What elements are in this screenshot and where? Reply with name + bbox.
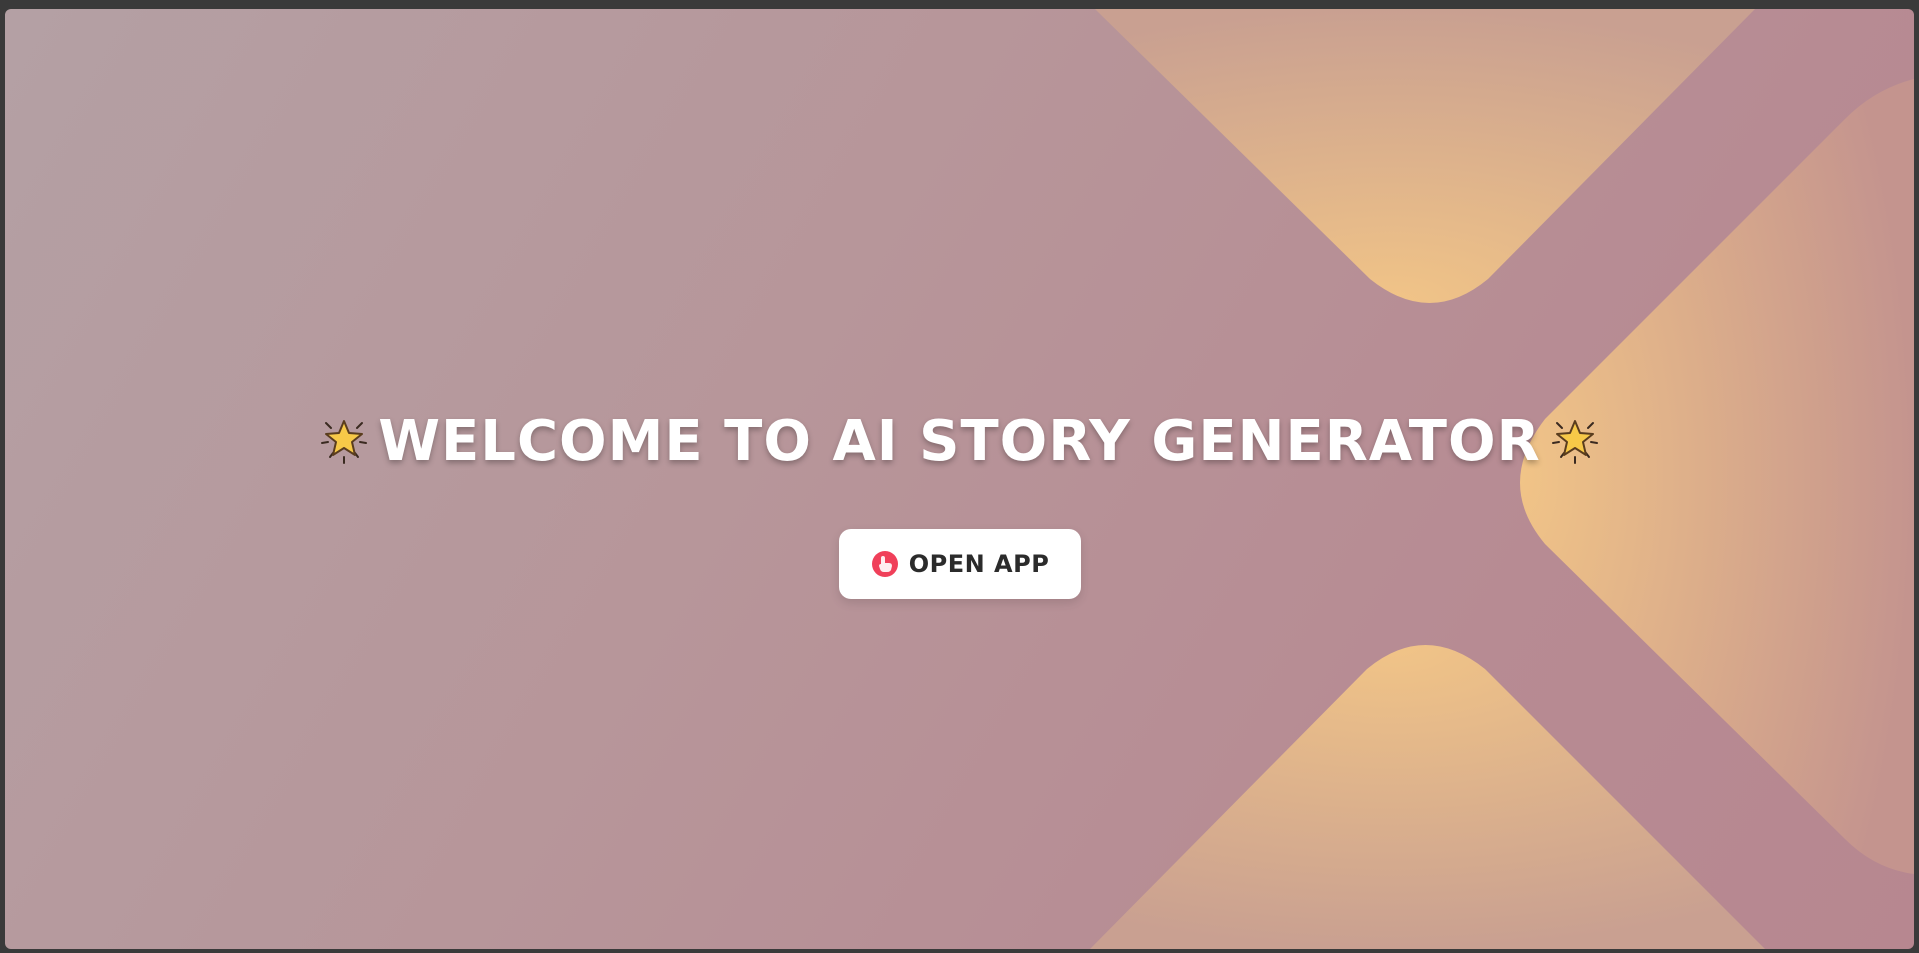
page-title: WELCOME TO AI STORY GENERATOR [5, 409, 1914, 474]
title-text: WELCOME TO AI STORY GENERATOR [378, 409, 1541, 474]
glowing-star-icon [321, 419, 368, 464]
glowing-star-icon [1551, 419, 1598, 464]
hero-section: WELCOME TO AI STORY GENERATOR OPEN APP [5, 9, 1914, 949]
app-window: WELCOME TO AI STORY GENERATOR OPEN APP [5, 9, 1914, 949]
pointing-hand-icon [871, 551, 898, 577]
open-app-button[interactable]: OPEN APP [839, 529, 1081, 599]
open-app-label: OPEN APP [908, 550, 1050, 578]
